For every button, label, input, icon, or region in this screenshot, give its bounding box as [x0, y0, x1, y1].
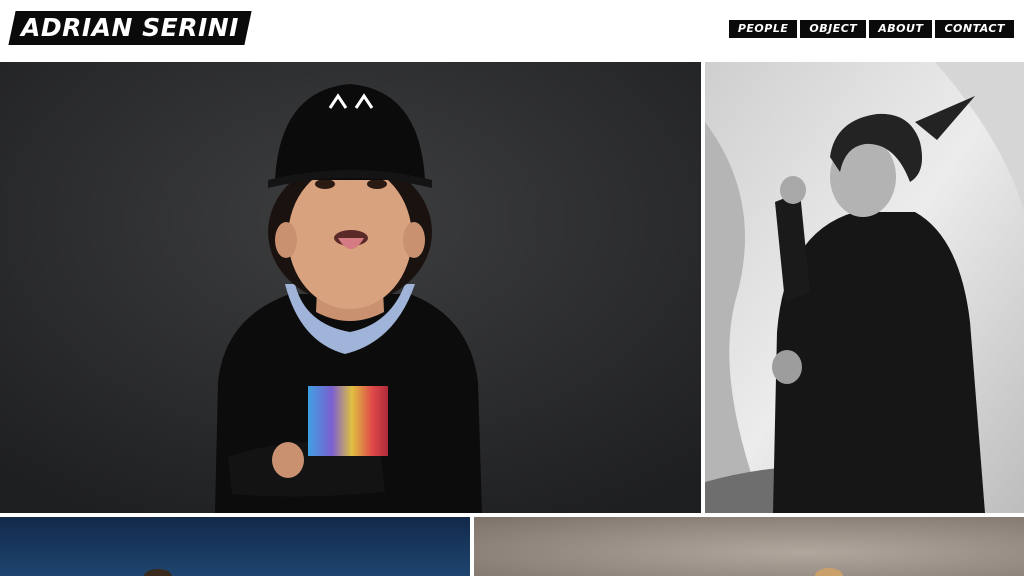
- gallery-tile-boy-portrait[interactable]: [0, 62, 701, 513]
- site-header: ADRIAN SERINI PEOPLE OBJECT ABOUT CONTAC…: [0, 0, 1024, 60]
- gallery-tile-beige-portrait[interactable]: [474, 517, 1024, 576]
- nav-item-about[interactable]: ABOUT: [869, 20, 933, 38]
- logo-text: ADRIAN SERINI: [21, 13, 239, 42]
- gallery-tile-blue-portrait[interactable]: [0, 517, 470, 576]
- nav-item-object[interactable]: OBJECT: [800, 20, 867, 38]
- beige-portrait-image: [474, 517, 1024, 576]
- main-nav: PEOPLE OBJECT ABOUT CONTACT: [728, 20, 1014, 38]
- nav-item-contact[interactable]: CONTACT: [935, 20, 1014, 38]
- gallery-tile-woman-portrait[interactable]: [705, 62, 1024, 513]
- boy-portrait-image: [0, 62, 701, 513]
- woman-portrait-image: [705, 62, 1024, 513]
- blue-portrait-image: [0, 517, 470, 576]
- site-logo[interactable]: ADRIAN SERINI: [8, 11, 252, 45]
- nav-item-people[interactable]: PEOPLE: [728, 20, 798, 38]
